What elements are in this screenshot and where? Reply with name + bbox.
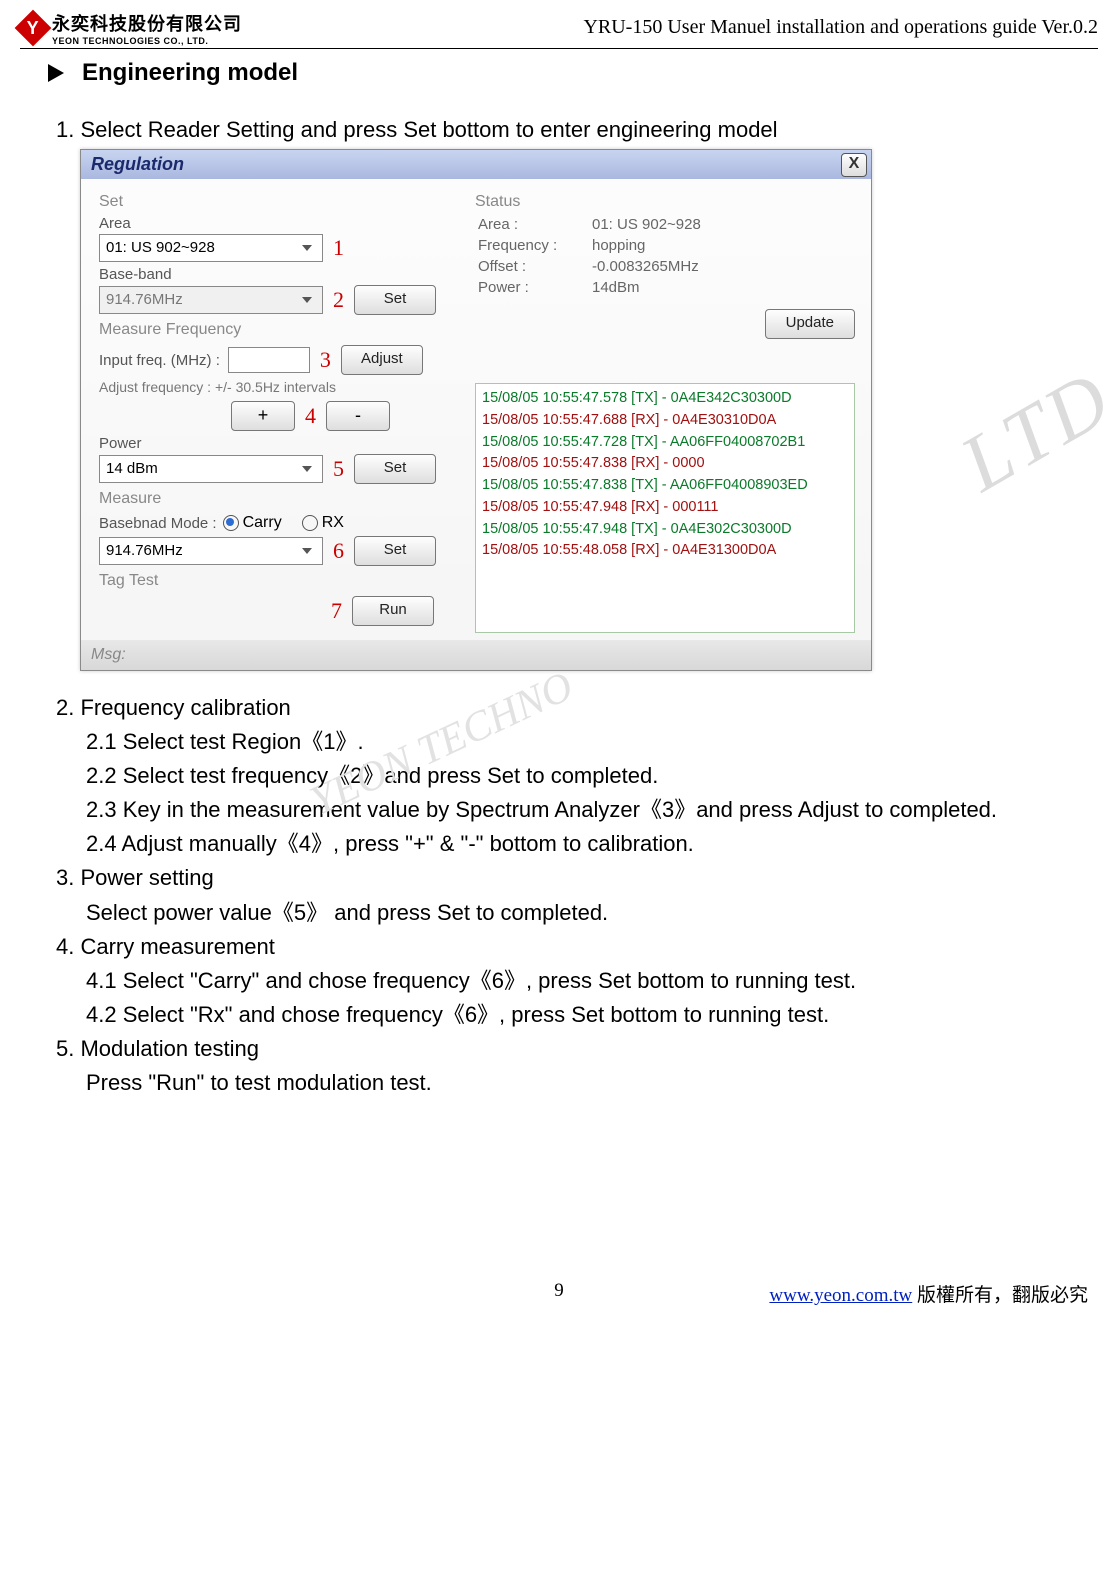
log-line: 15/08/05 10:55:47.838 [RX] - 0000 — [482, 453, 848, 475]
window-titlebar: Regulation X — [81, 150, 871, 179]
measure-combo[interactable]: 914.76MHz — [99, 537, 323, 565]
chevron-down-icon — [298, 463, 316, 475]
annotation-1: 1 — [333, 235, 344, 261]
baseband-label: Base-band — [99, 266, 459, 283]
status-table: Area :01: US 902~928 Frequency :hopping … — [475, 213, 704, 299]
footer-link[interactable]: www.yeon.com.tw — [769, 1285, 912, 1306]
baseband-combo[interactable]: 914.76MHz — [99, 286, 323, 314]
input-freq-label: Input freq. (MHz) : — [99, 352, 220, 369]
area-label: Area — [99, 215, 459, 232]
instructions-block: 2. Frequency calibration 2.1 Select test… — [56, 691, 1098, 1100]
set-baseband-button[interactable]: Set — [354, 285, 436, 315]
log-line: 15/08/05 10:55:47.838 [TX] - AA06FF04008… — [482, 475, 848, 497]
log-line: 15/08/05 10:55:47.948 [TX] - 0A4E302C303… — [482, 519, 848, 541]
watermark: LTD. — [946, 341, 1118, 510]
chevron-right-icon — [48, 64, 64, 82]
measure-label: Measure — [99, 490, 459, 508]
measure-freq-label: Measure Frequency — [99, 321, 459, 339]
set-measure-button[interactable]: Set — [354, 536, 436, 566]
carry-radio[interactable] — [223, 515, 239, 531]
set-power-button[interactable]: Set — [354, 454, 436, 484]
annotation-2: 2 — [333, 287, 344, 313]
chevron-down-icon — [298, 242, 316, 254]
instruction-2-4: 2.4 Adjust manually《4》, press "+" & "-" … — [86, 827, 1098, 861]
instruction-4-1: 4.1 Select "Carry" and chose frequency《6… — [86, 964, 1098, 998]
set-group-label: Set — [99, 193, 459, 211]
logo-diamond-icon: Y — [15, 10, 52, 47]
run-button[interactable]: Run — [352, 596, 434, 626]
instruction-4: 4. Carry measurement — [56, 930, 1098, 964]
freq-minus-button[interactable]: - — [326, 401, 390, 431]
company-name-cn: 永奕科技股份有限公司 — [52, 10, 242, 36]
close-button[interactable]: X — [841, 153, 867, 177]
annotation-4: 4 — [305, 403, 316, 429]
carry-radio-label: Carry — [243, 514, 282, 532]
annotation-7: 7 — [331, 598, 342, 624]
annotation-5: 5 — [333, 456, 344, 482]
rx-radio[interactable] — [302, 515, 318, 531]
log-line: 15/08/05 10:55:48.058 [RX] - 0A4E31300D0… — [482, 540, 848, 562]
chevron-down-icon — [298, 294, 316, 306]
company-logo: Y 永奕科技股份有限公司 YEON TECHNOLOGIES CO., LTD. — [20, 10, 242, 46]
power-combo[interactable]: 14 dBm — [99, 455, 323, 483]
instruction-2-2: 2.2 Select test frequency《2》and press Se… — [86, 759, 1098, 793]
instruction-5-sub: Press "Run" to test modulation test. — [86, 1066, 1098, 1100]
instruction-4-2: 4.2 Select "Rx" and chose frequency《6》, … — [86, 998, 1098, 1032]
annotation-3: 3 — [320, 347, 331, 373]
log-line: 15/08/05 10:55:47.578 [TX] - 0A4E342C303… — [482, 388, 848, 410]
document-title: YRU-150 User Manuel installation and ope… — [583, 16, 1098, 39]
log-line: 15/08/05 10:55:47.688 [RX] - 0A4E30310D0… — [482, 410, 848, 432]
msg-bar: Msg: — [81, 640, 871, 670]
input-freq-field[interactable] — [228, 347, 310, 373]
log-output: 15/08/05 10:55:47.578 [TX] - 0A4E342C303… — [475, 383, 855, 633]
instruction-2: 2. Frequency calibration — [56, 691, 1098, 725]
freq-plus-button[interactable]: + — [231, 401, 295, 431]
rx-radio-label: RX — [322, 514, 344, 532]
adjust-note: Adjust frequency : +/- 30.5Hz intervals — [99, 379, 459, 395]
regulation-window: Regulation X Set Area 01: US 902~928 1 B… — [80, 149, 872, 671]
instruction-2-3: 2.3 Key in the measurement value by Spec… — [86, 793, 1098, 827]
instruction-2-1: 2.1 Select test Region《1》. — [86, 725, 1098, 759]
instruction-3-sub: Select power value《5》 and press Set to c… — [86, 896, 1098, 930]
footer-copyright: 版權所有，翻版必究 — [912, 1285, 1088, 1306]
page-number: 9 — [554, 1280, 564, 1302]
tag-test-label: Tag Test — [99, 572, 459, 590]
log-line: 15/08/05 10:55:47.948 [RX] - 000111 — [482, 497, 848, 519]
baseband-mode-label: Basebnad Mode : — [99, 515, 217, 532]
section-heading: Engineering model — [54, 59, 1098, 87]
annotation-6: 6 — [333, 538, 344, 564]
power-label: Power — [99, 435, 459, 452]
instruction-5: 5. Modulation testing — [56, 1032, 1098, 1066]
adjust-button[interactable]: Adjust — [341, 345, 423, 375]
area-combo[interactable]: 01: US 902~928 — [99, 234, 323, 262]
log-line: 15/08/05 10:55:47.728 [TX] - AA06FF04008… — [482, 432, 848, 454]
instruction-3: 3. Power setting — [56, 861, 1098, 895]
status-group-label: Status — [475, 193, 855, 211]
update-button[interactable]: Update — [765, 309, 855, 339]
chevron-down-icon — [298, 545, 316, 557]
instruction-step-1: 1. Select Reader Setting and press Set b… — [56, 117, 1098, 143]
company-name-en: YEON TECHNOLOGIES CO., LTD. — [52, 36, 242, 46]
